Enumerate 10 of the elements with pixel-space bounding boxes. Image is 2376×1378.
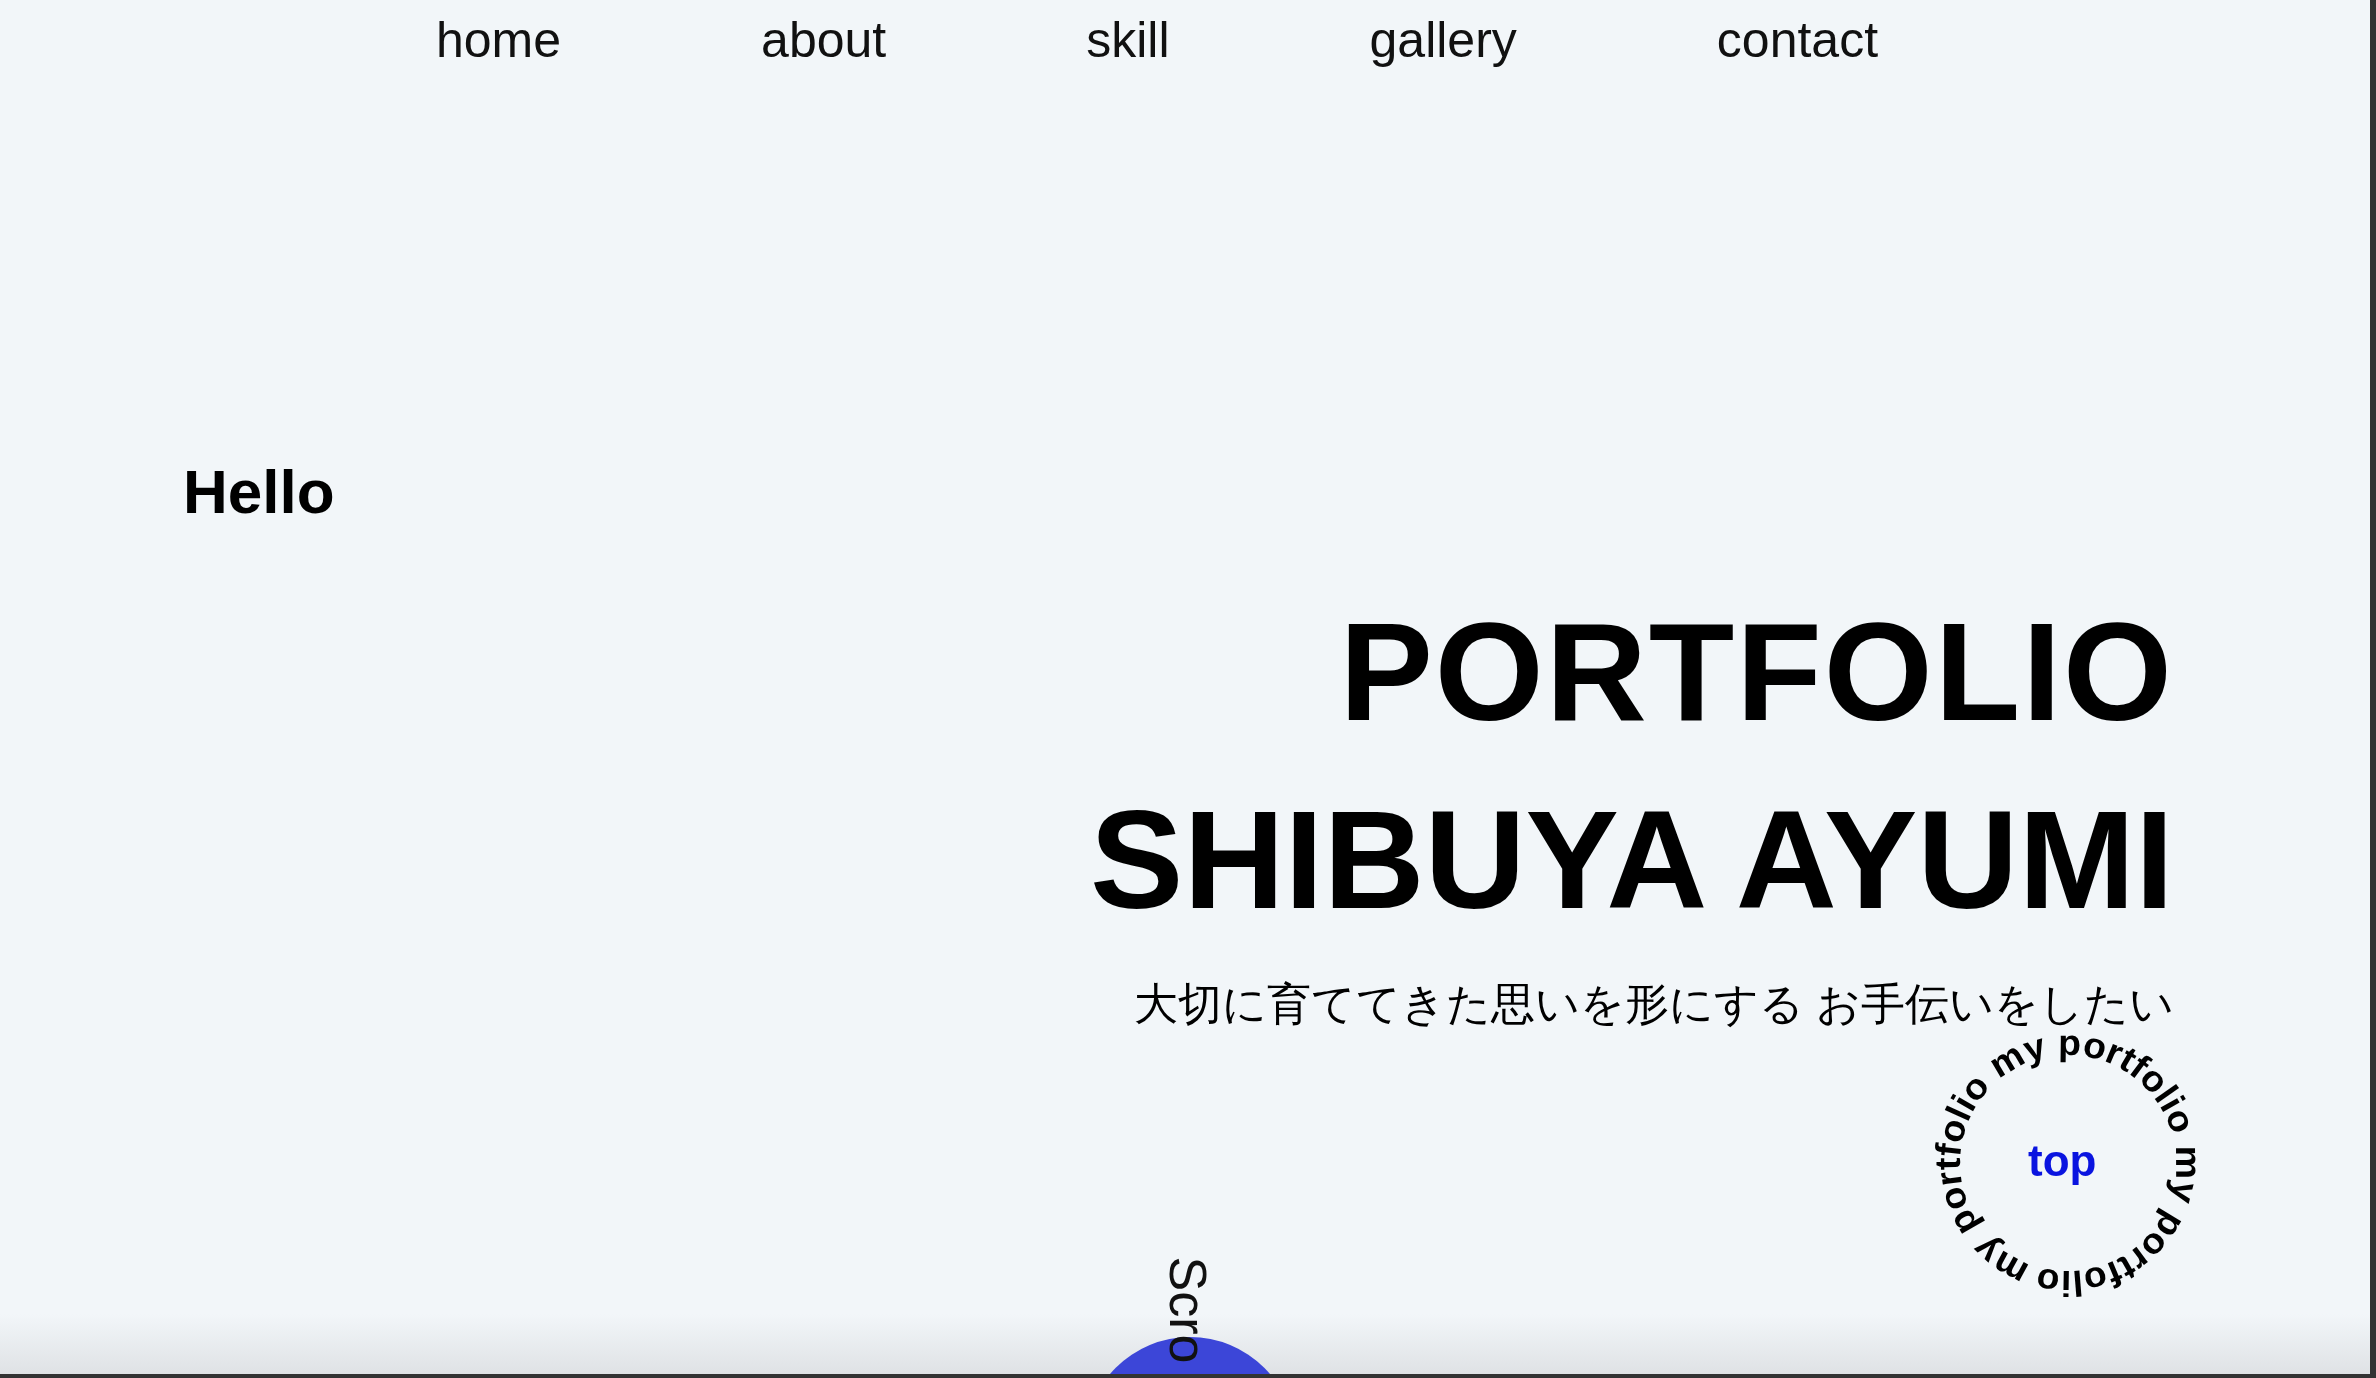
tagline: 大切に育ててきた思いを形にする お手伝いをしたい [1133,978,2174,1030]
nav-link[interactable]: about [761,8,887,72]
nav-link[interactable]: contact [1716,8,1879,72]
greeting: Hello [183,456,335,528]
scroll-label: Scro [1158,1256,1219,1364]
nav-link[interactable]: skill [1086,8,1170,72]
name-heading: SHIBUYA AYUMI [1090,780,2174,940]
nav-link[interactable]: home [436,8,562,72]
portfolio-heading: PORTFOLIO [1339,592,2174,752]
nav-link[interactable]: gallery [1369,8,1517,72]
